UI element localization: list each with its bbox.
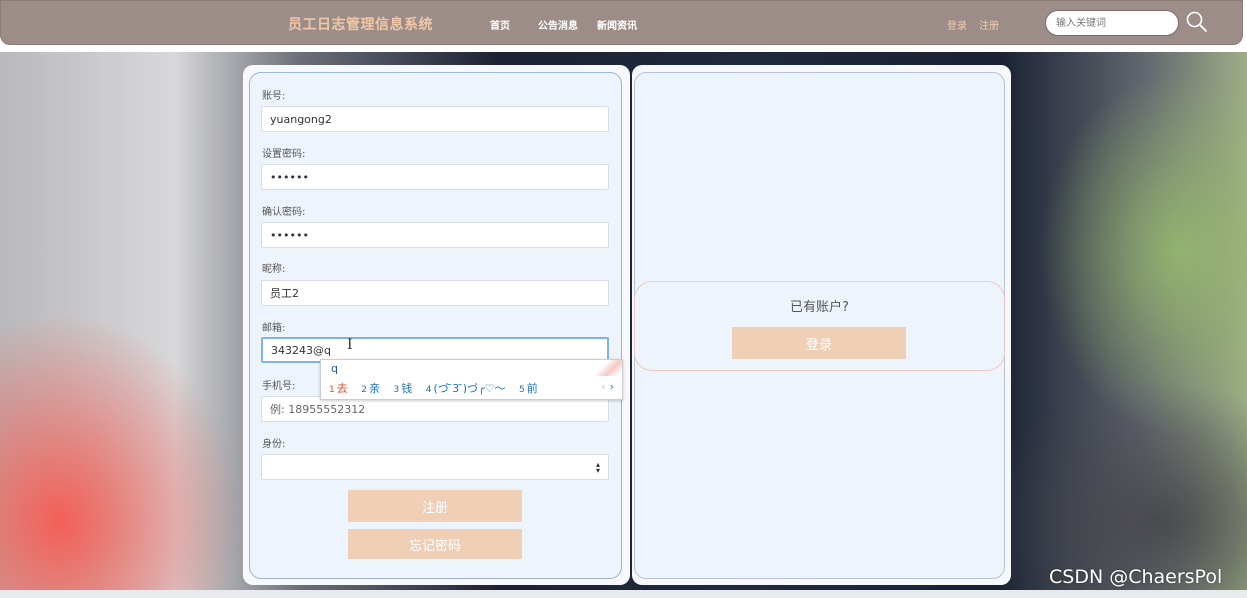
search-input[interactable] — [1045, 10, 1179, 36]
nav-register-link[interactable]: 注册 — [979, 17, 999, 32]
account-label: 账号: — [262, 91, 286, 102]
ime-next-page-icon[interactable]: › — [610, 380, 614, 393]
nav-login-link[interactable]: 登录 — [947, 17, 967, 32]
select-arrows-icon: ▴ ▾ — [595, 460, 600, 475]
ime-candidate[interactable]: 3钱 — [393, 382, 412, 395]
ime-skin-decoration — [596, 360, 622, 376]
search-button[interactable] — [1185, 10, 1209, 34]
password-input[interactable]: •••••• — [261, 164, 609, 190]
have-account-text: 已有账户? — [790, 300, 849, 315]
ime-candidate[interactable]: 4 (づ ̄3 ̄)づ╭♡～ — [426, 382, 506, 395]
ime-candidate-popup[interactable]: q 1去 2亲 3钱 4 (づ ̄3 ̄)づ╭♡～ 5前 ‹ › — [320, 359, 623, 400]
ime-candidate[interactable]: 1去 — [329, 382, 348, 395]
nav-link-announcements[interactable]: 公告消息 — [538, 17, 578, 32]
account-input[interactable]: yuangong2 — [261, 106, 609, 132]
phone-label: 手机号: — [262, 381, 296, 392]
nickname-input[interactable]: 员工2 — [261, 280, 609, 306]
bottom-strip — [0, 590, 1247, 598]
ime-candidate[interactable]: 2亲 — [361, 382, 380, 395]
ime-page-nav: ‹ › — [601, 380, 614, 393]
ibeam-cursor-icon: I — [347, 337, 353, 353]
ime-prev-page-icon[interactable]: ‹ — [601, 380, 605, 393]
confirm-password-label: 确认密码: — [262, 207, 306, 218]
ime-candidate[interactable]: 5前 — [519, 382, 538, 395]
email-label: 邮箱: — [262, 323, 286, 334]
nav-link-home[interactable]: 首页 — [490, 17, 510, 32]
role-select[interactable]: ▴ ▾ — [261, 454, 609, 480]
nickname-label: 昵称: — [262, 264, 286, 275]
confirm-password-input[interactable]: •••••• — [261, 222, 609, 248]
ime-composition: q — [331, 362, 338, 375]
login-button[interactable]: 登录 — [732, 327, 906, 359]
watermark: CSDN @ChaersPol — [1049, 566, 1223, 588]
register-button[interactable]: 注册 — [348, 490, 522, 522]
password-label: 设置密码: — [262, 149, 306, 160]
role-label: 身份: — [262, 439, 286, 450]
ime-candidate-list: 1去 2亲 3钱 4 (づ ̄3 ̄)づ╭♡～ 5前 — [329, 380, 548, 396]
site-title: 员工日志管理信息系统 — [288, 17, 433, 33]
forgot-password-button[interactable]: 忘记密码 — [348, 529, 522, 559]
nav-link-news[interactable]: 新闻资讯 — [597, 17, 637, 32]
search-icon — [1186, 11, 1207, 32]
